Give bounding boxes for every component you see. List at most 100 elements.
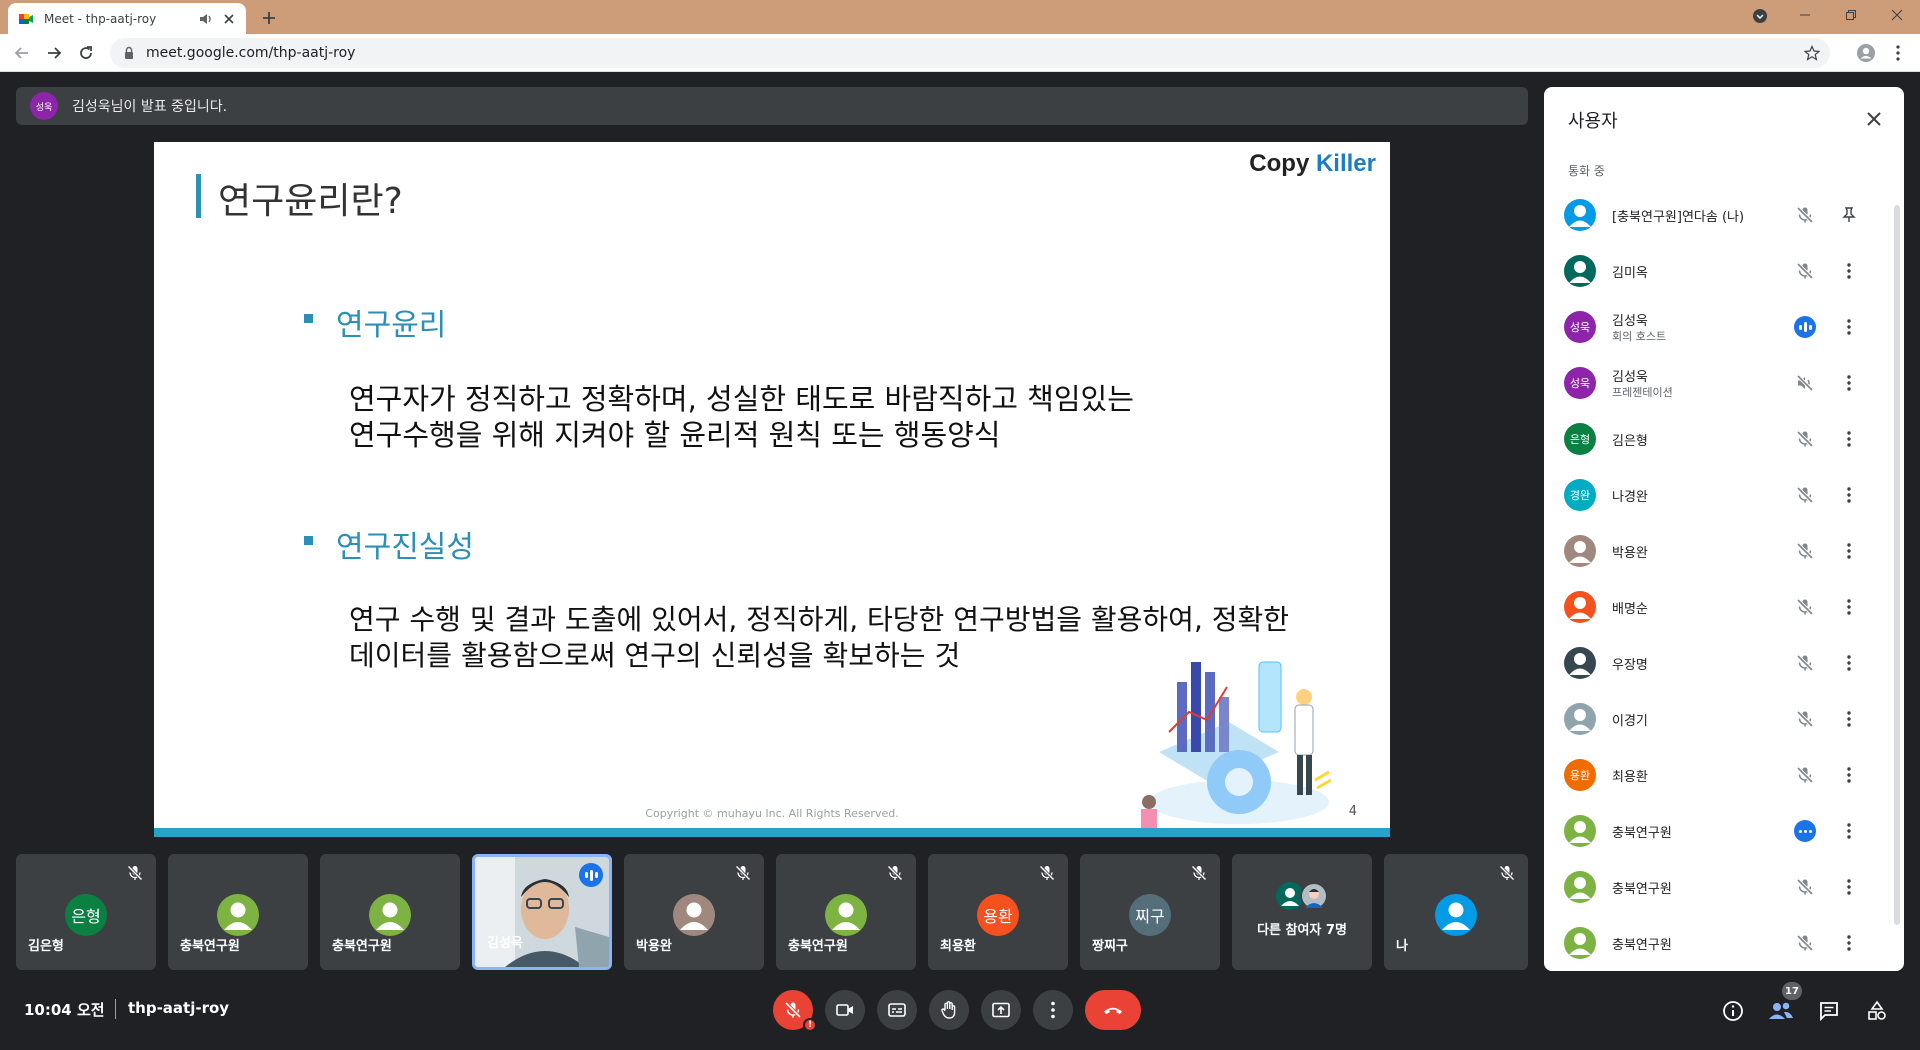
close-window-button[interactable] <box>1874 0 1920 30</box>
participant-audio-status[interactable] <box>1794 204 1816 226</box>
tab-search-icon[interactable] <box>1752 8 1768 24</box>
self-tile[interactable]: 나 <box>1384 854 1528 970</box>
participant-more-button[interactable] <box>1838 764 1860 786</box>
participant-tile[interactable]: 충북연구원 <box>168 854 308 970</box>
participant-audio-status[interactable] <box>1794 820 1816 842</box>
default-person-icon <box>832 902 860 930</box>
participant-audio-status[interactable] <box>1794 596 1816 618</box>
participant-row[interactable]: 박용완 <box>1544 523 1904 579</box>
close-tab-icon[interactable] <box>222 12 236 26</box>
participant-more-button[interactable] <box>1838 596 1860 618</box>
forward-button[interactable] <box>44 43 64 63</box>
participant-more-button[interactable] <box>1838 708 1860 730</box>
participant-audio-status[interactable] <box>1794 876 1816 898</box>
participant-row[interactable]: 성욱 김성욱 회의 호스트 <box>1544 299 1904 355</box>
participant-more-button[interactable] <box>1838 484 1860 506</box>
participant-audio-status[interactable] <box>1794 540 1816 562</box>
avatar <box>1564 647 1596 679</box>
pin-button[interactable] <box>1838 204 1860 226</box>
participant-tile[interactable]: 충북연구원 <box>320 854 460 970</box>
participant-row[interactable]: 충북연구원 <box>1544 859 1904 915</box>
browser-menu-button[interactable] <box>1888 43 1908 63</box>
bookmark-star-icon[interactable] <box>1804 45 1820 61</box>
participant-tile[interactable]: 찌구 짱찌구 <box>1080 854 1220 970</box>
presentation-slide: 연구윤리란? Copy Killer 연구윤리 연구자가 정직하고 정확하며, … <box>154 142 1390 837</box>
participant-row[interactable]: 성욱 김성욱 프레젠테이션 <box>1544 355 1904 411</box>
participant-audio-status[interactable] <box>1794 932 1816 954</box>
raise-hand-button[interactable] <box>929 990 969 1030</box>
participant-more-button[interactable] <box>1838 372 1860 394</box>
participant-tile-presenter[interactable]: 김성욱 <box>472 854 612 970</box>
section-integrity-line-2: 데이터를 활용함으로써 연구의 신뢰성을 확보하는 것 <box>349 639 961 672</box>
panel-scrollbar[interactable] <box>1894 205 1900 925</box>
participant-row[interactable]: 용환 최용환 <box>1544 747 1904 803</box>
kebab-menu-icon <box>1847 431 1851 447</box>
participant-tile[interactable]: 충북연구원 <box>776 854 916 970</box>
camera-toggle-button[interactable] <box>825 990 865 1030</box>
avatar <box>825 894 867 936</box>
participant-more-button[interactable] <box>1838 316 1860 338</box>
microphone-toggle-button[interactable]: ! <box>773 990 817 1032</box>
pin-icon <box>1842 207 1856 222</box>
participant-audio-status[interactable] <box>1794 484 1816 506</box>
participant-row[interactable]: 이경기 <box>1544 691 1904 747</box>
participant-audio-status[interactable] <box>1794 764 1816 786</box>
participant-audio-status[interactable] <box>1794 316 1816 338</box>
mic-off-icon <box>1796 262 1814 280</box>
new-tab-button[interactable] <box>258 7 280 29</box>
speaker-icon[interactable] <box>198 11 214 27</box>
default-person-icon <box>1569 205 1591 227</box>
reload-button[interactable] <box>76 43 96 63</box>
slide-copyright: Copyright © muhayu Inc. All Rights Reser… <box>645 807 899 820</box>
participant-row[interactable]: [충북연구원]연다솜 (나) <box>1544 187 1904 243</box>
minimize-button[interactable] <box>1782 0 1828 30</box>
address-bar[interactable]: meet.google.com/thp-aatj-roy <box>110 38 1830 68</box>
participant-more-button[interactable] <box>1838 932 1860 954</box>
present-now-button[interactable] <box>981 990 1021 1030</box>
restore-button[interactable] <box>1828 0 1874 30</box>
participant-row[interactable]: 우장명 <box>1544 635 1904 691</box>
participant-tile[interactable]: 용환 최용환 <box>928 854 1068 970</box>
participant-tile[interactable]: 박용완 <box>624 854 764 970</box>
participant-row[interactable]: 충북연구원 <box>1544 803 1904 859</box>
participant-audio-status[interactable] <box>1794 260 1816 282</box>
people-panel: 사용자 통화 중 [충북연구원]연다솜 (나) 김미옥 성욱 김성욱 회의 호스트 성욱 김… <box>1544 87 1904 971</box>
chat-icon <box>1820 1002 1838 1022</box>
participant-more-button[interactable] <box>1838 820 1860 842</box>
participant-audio-status[interactable] <box>1794 372 1816 394</box>
participant-row[interactable]: 경완 나경완 <box>1544 467 1904 523</box>
participant-row[interactable]: 충북연구원 <box>1544 915 1904 971</box>
chat-button[interactable] <box>1816 998 1842 1024</box>
leave-call-button[interactable] <box>1085 990 1141 1030</box>
more-options-button[interactable] <box>1033 990 1073 1030</box>
browser-tab[interactable]: Meet - thp-aatj-roy <box>8 3 246 34</box>
section-ethics-line-2: 연구수행을 위해 지켜야 할 윤리적 원칙 또는 행동양식 <box>349 418 1001 452</box>
show-everyone-button[interactable] <box>1768 998 1794 1024</box>
participant-tile[interactable]: 은형 김은형 <box>16 854 156 970</box>
mic-off-icon <box>1796 206 1814 224</box>
meeting-details-button[interactable] <box>1720 998 1746 1024</box>
profile-button[interactable] <box>1856 43 1876 63</box>
participant-row[interactable]: 배명순 <box>1544 579 1904 635</box>
back-button[interactable] <box>12 43 32 63</box>
participant-row[interactable]: 김미옥 <box>1544 243 1904 299</box>
participant-name: 박용완 <box>1612 546 1648 561</box>
participant-audio-status[interactable] <box>1794 652 1816 674</box>
participant-more-button[interactable] <box>1838 428 1860 450</box>
participant-more-button[interactable] <box>1838 876 1860 898</box>
videocam-icon <box>836 1004 853 1016</box>
close-panel-button[interactable] <box>1862 107 1886 131</box>
participant-audio-status[interactable] <box>1794 708 1816 730</box>
tab-title: Meet - thp-aatj-roy <box>44 11 157 26</box>
participant-more-button[interactable] <box>1838 540 1860 562</box>
kebab-menu-icon <box>1847 319 1851 335</box>
participant-more-button[interactable] <box>1838 652 1860 674</box>
participant-name: 우장명 <box>1612 658 1648 673</box>
participant-row[interactable]: 은형 김은형 <box>1544 411 1904 467</box>
other-participants-tile[interactable]: 다른 참여자 7명 <box>1232 854 1372 970</box>
captions-button[interactable] <box>877 990 917 1030</box>
participant-audio-status[interactable] <box>1794 428 1816 450</box>
kebab-menu-icon <box>1847 543 1851 559</box>
activities-button[interactable] <box>1864 998 1890 1024</box>
participant-more-button[interactable] <box>1838 260 1860 282</box>
